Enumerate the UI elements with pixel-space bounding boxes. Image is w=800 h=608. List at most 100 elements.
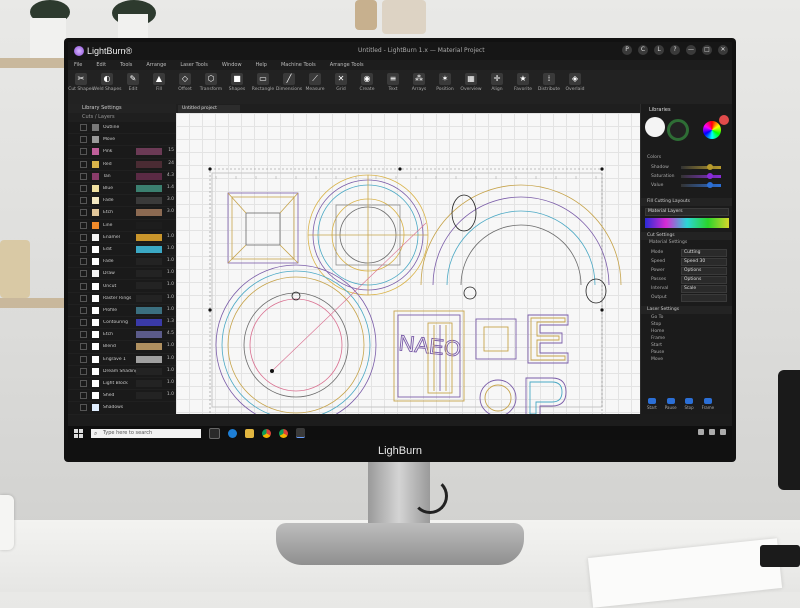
layer-color-swatch[interactable] (92, 136, 99, 144)
layer-color-swatch[interactable] (92, 209, 99, 217)
layer-row[interactable]: Edit 1.0 (68, 244, 176, 257)
ribbon-button[interactable]: ✶ Position (432, 70, 458, 104)
layer-visibility-checkbox[interactable] (80, 124, 87, 132)
layer-color-swatch[interactable] (92, 343, 99, 351)
layer-color-swatch[interactable] (92, 367, 99, 375)
menu-item[interactable]: Laser Tools (180, 62, 208, 68)
layer-visibility-checkbox[interactable] (80, 160, 87, 168)
color-ring[interactable] (667, 119, 689, 141)
layer-row[interactable]: Draw 1.0 (68, 268, 176, 281)
layer-visibility-checkbox[interactable] (80, 355, 87, 363)
layer-visibility-checkbox[interactable] (80, 270, 87, 278)
layer-visibility-checkbox[interactable] (80, 331, 87, 339)
layer-visibility-checkbox[interactable] (80, 245, 87, 253)
window-button[interactable]: — (686, 45, 696, 55)
ribbon-button[interactable]: ▲ Fill (146, 70, 172, 104)
layer-visibility-checkbox[interactable] (80, 136, 87, 144)
layer-row[interactable]: Blue 1.4 (68, 183, 176, 196)
cut-setting-field[interactable]: Options (681, 275, 727, 284)
layer-visibility-checkbox[interactable] (80, 319, 87, 327)
layer-color-swatch[interactable] (92, 197, 99, 205)
ribbon-button[interactable]: ✎ Edit (120, 70, 146, 104)
window-button[interactable]: ? (670, 45, 680, 55)
ribbon-button[interactable]: ⬡ Transform (198, 70, 224, 104)
lightburn-taskbar-icon[interactable] (296, 428, 305, 438)
layer-color-swatch[interactable] (92, 404, 99, 412)
layer-row[interactable]: Shadows (68, 402, 176, 415)
slider-thumb[interactable] (707, 173, 713, 179)
layer-row[interactable]: Uncut 1.0 (68, 280, 176, 293)
layer-color-swatch[interactable] (92, 258, 99, 266)
tab-untitled[interactable]: Untitled project (178, 105, 240, 113)
layer-visibility-checkbox[interactable] (80, 185, 87, 193)
layer-row[interactable]: Tan 4.3 (68, 171, 176, 183)
laser-row[interactable]: Move (641, 356, 732, 363)
color-swatch-small[interactable] (719, 115, 729, 125)
ribbon-button[interactable]: ◉ Create (354, 70, 380, 104)
layer-row[interactable]: Enamel 1.0 (68, 232, 176, 244)
cut-setting-field[interactable]: Scale (681, 284, 727, 293)
layer-visibility-checkbox[interactable] (80, 294, 87, 302)
slider-track[interactable] (681, 182, 721, 188)
cut-setting-field[interactable]: Cutting (681, 248, 727, 257)
layer-row[interactable]: Etch 4.5 (68, 329, 176, 342)
layer-color-swatch[interactable] (92, 148, 99, 156)
layer-visibility-checkbox[interactable] (80, 172, 87, 180)
laser-row[interactable]: Home (641, 328, 732, 335)
layer-row[interactable]: Move (68, 134, 176, 147)
laser-control-button[interactable]: Start (647, 398, 657, 410)
layer-color-swatch[interactable] (92, 172, 99, 180)
layer-color-swatch[interactable] (92, 185, 99, 193)
layer-visibility-checkbox[interactable] (80, 197, 87, 205)
layer-color-swatch[interactable] (92, 221, 99, 229)
menu-item[interactable]: Edit (96, 62, 106, 68)
ribbon-button[interactable]: ✂ Cut Shapes (68, 70, 94, 104)
layer-row[interactable]: Pink 15 (68, 146, 176, 159)
ribbon-button[interactable]: ≡ Text (380, 70, 406, 104)
layer-visibility-checkbox[interactable] (80, 221, 87, 229)
ribbon-button[interactable]: ╱ Dimensions (276, 70, 302, 104)
menu-item[interactable]: Help (256, 62, 267, 68)
laser-control-button[interactable]: Stop (685, 398, 694, 410)
window-button[interactable]: □ (702, 45, 712, 55)
folder-icon[interactable] (245, 428, 254, 438)
layer-row[interactable]: Dream Shading 1.0 (68, 366, 176, 378)
layer-row[interactable]: Line (68, 220, 176, 232)
layer-row[interactable]: Blend 1.0 (68, 341, 176, 354)
ribbon-button[interactable]: ★ Favorite (510, 70, 536, 104)
ribbon-button[interactable]: ⁞ Distribute (536, 70, 562, 104)
menu-item[interactable]: Arrange (146, 62, 166, 68)
layer-visibility-checkbox[interactable] (80, 380, 87, 388)
color-wheel[interactable] (703, 121, 721, 139)
layer-row[interactable]: Raster Rings 1.0 (68, 293, 176, 305)
cut-setting-field[interactable]: Options (681, 266, 727, 275)
layer-color-swatch[interactable] (92, 380, 99, 388)
menu-item[interactable]: Machine Tools (281, 62, 316, 68)
menu-item[interactable]: File (74, 62, 82, 68)
layer-visibility-checkbox[interactable] (80, 148, 87, 156)
slider-track[interactable] (681, 164, 721, 170)
laser-row[interactable]: Pause (641, 349, 732, 356)
taskbar-search[interactable]: ⌕ Type here to search (91, 428, 201, 438)
ribbon-button[interactable]: ⁂ Arrays (406, 70, 432, 104)
layer-row[interactable]: Outline (68, 122, 176, 135)
chrome-icon[interactable] (279, 428, 288, 438)
laser-row[interactable]: Frame (641, 335, 732, 342)
ribbon-button[interactable]: ✕ Grid (328, 70, 354, 104)
ribbon-button[interactable]: ▦ Overview (458, 70, 484, 104)
ribbon-button[interactable]: ■ Shapes (224, 70, 250, 104)
slider-thumb[interactable] (707, 182, 713, 188)
layer-visibility-checkbox[interactable] (80, 258, 87, 266)
window-button[interactable]: C (638, 45, 648, 55)
layer-row[interactable]: Red 24 (68, 159, 176, 171)
layer-visibility-checkbox[interactable] (80, 233, 87, 241)
layer-visibility-checkbox[interactable] (80, 392, 87, 400)
layer-row[interactable]: Etch 3.0 (68, 207, 176, 220)
layer-color-swatch[interactable] (92, 319, 99, 327)
layer-visibility-checkbox[interactable] (80, 404, 87, 412)
window-button[interactable]: ✕ (718, 45, 728, 55)
layer-color-swatch[interactable] (92, 392, 99, 400)
laser-control-button[interactable]: Frame (702, 398, 714, 410)
layer-row[interactable]: Fade 1.0 (68, 256, 176, 269)
layer-visibility-checkbox[interactable] (80, 282, 87, 290)
